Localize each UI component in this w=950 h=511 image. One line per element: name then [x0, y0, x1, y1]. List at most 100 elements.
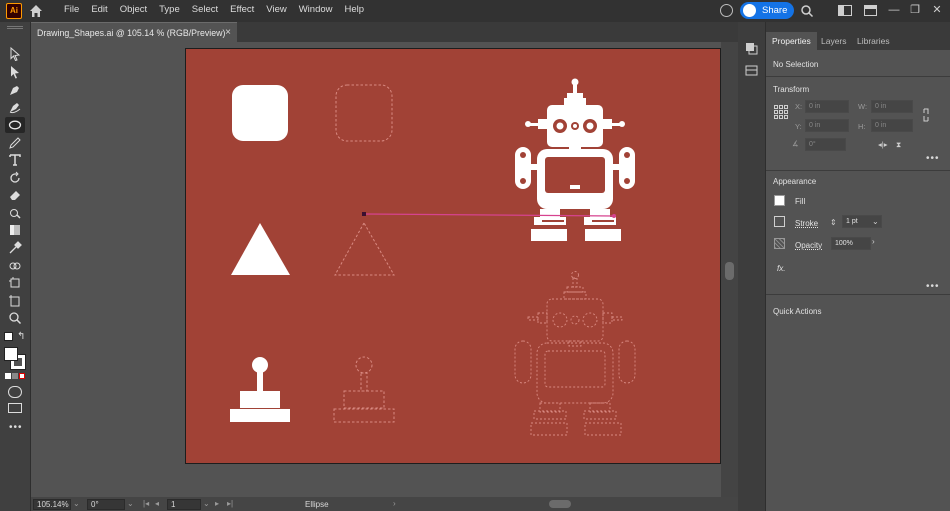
fill-label[interactable]: Fill	[795, 197, 805, 206]
reference-point-icon[interactable]	[774, 105, 788, 119]
flip-horizontal-icon[interactable]: ◂|▸	[878, 140, 887, 149]
workspace-icon[interactable]	[838, 4, 852, 17]
zoom-tool-icon[interactable]	[5, 310, 25, 326]
opacity-icon	[774, 238, 785, 249]
gradient-mode-icon[interactable]	[12, 373, 18, 379]
last-artboard-icon[interactable]: ▸|	[227, 499, 233, 508]
triangle-guide	[334, 221, 395, 276]
restore-button[interactable]: ❐	[905, 0, 925, 20]
arrange-documents-icon[interactable]	[864, 4, 877, 17]
flip-vertical-icon[interactable]: ⧗	[896, 140, 901, 150]
appearance-more-options-icon[interactable]: •••	[926, 281, 940, 292]
stroke-label[interactable]: Stroke	[795, 219, 818, 228]
opacity-field[interactable]: 100%	[831, 237, 871, 250]
menu-window[interactable]: Window	[293, 0, 339, 22]
rotation-dropdown-icon[interactable]: ⌄	[127, 499, 134, 508]
fx-effects-icon[interactable]: fx.	[777, 264, 785, 273]
fill-color-swatch[interactable]	[4, 347, 18, 361]
swap-colors-icon[interactable]: ↰	[17, 331, 25, 342]
layers-panel-icon[interactable]	[743, 62, 760, 79]
transform-more-options-icon[interactable]: •••	[926, 153, 940, 164]
artboard-number-field[interactable]: 1	[167, 499, 201, 510]
x-field[interactable]: 0 in	[805, 100, 849, 113]
pencil-tool-icon[interactable]	[5, 135, 25, 151]
gradient-tool-icon[interactable]	[5, 222, 25, 238]
menu-edit[interactable]: Edit	[85, 0, 113, 22]
search-icon[interactable]	[800, 4, 814, 18]
path-anchor-start	[362, 212, 366, 216]
h-field[interactable]: 0 in	[871, 119, 913, 132]
menu-object[interactable]: Object	[114, 0, 153, 22]
appearance-heading: Appearance	[773, 177, 817, 186]
color-mode-icon[interactable]	[5, 373, 11, 379]
angle-field[interactable]: 0°	[805, 138, 846, 151]
live-paint-tool-icon[interactable]	[5, 275, 25, 291]
close-window-button[interactable]: ✕	[927, 0, 947, 20]
previous-artboard-icon[interactable]: ◂	[155, 499, 159, 508]
status-menu-icon[interactable]: ›	[393, 499, 396, 508]
ai-logo: Ai	[6, 3, 22, 19]
tab-libraries[interactable]: Libraries	[857, 32, 890, 50]
document-tab-title: Drawing_Shapes.ai @ 105.14 % (RGB/Previe…	[37, 28, 226, 38]
main-menu: File Edit Object Type Select Effect View…	[58, 0, 370, 22]
opacity-label[interactable]: Opacity	[795, 241, 822, 250]
curvature-tool-icon[interactable]	[5, 99, 25, 115]
minimize-button[interactable]: —	[884, 0, 904, 20]
rotate-tool-icon[interactable]	[5, 170, 25, 186]
none-mode-icon[interactable]	[19, 373, 25, 379]
direct-selection-tool-icon[interactable]	[5, 64, 25, 80]
edit-toolbar-icon[interactable]: •••	[9, 422, 23, 433]
stroke-stepper-icon[interactable]: ⇕	[830, 218, 837, 227]
first-artboard-icon[interactable]: |◂	[143, 499, 149, 508]
shape-builder-tool-icon[interactable]	[5, 258, 25, 274]
menu-view[interactable]: View	[260, 0, 292, 22]
artboard-tool-icon[interactable]	[5, 293, 25, 309]
pen-tool-icon[interactable]	[5, 82, 25, 98]
menu-file[interactable]: File	[58, 0, 85, 22]
close-tab-icon[interactable]: ×	[225, 23, 231, 43]
vertical-scroll-thumb[interactable]	[725, 262, 734, 280]
opacity-dropdown-icon[interactable]: ›	[872, 237, 882, 250]
rotation-field[interactable]: 0°	[87, 499, 125, 510]
stroke-swatch[interactable]	[774, 216, 785, 227]
menu-effect[interactable]: Effect	[224, 0, 260, 22]
y-field[interactable]: 0 in	[805, 119, 849, 132]
screen-mode-icon[interactable]	[8, 403, 22, 413]
tab-properties[interactable]: Properties	[766, 32, 817, 50]
zoom-field[interactable]: 105.14%	[33, 499, 71, 510]
selection-tool-icon[interactable]	[5, 46, 25, 62]
share-button[interactable]: Share	[740, 2, 794, 19]
tab-layers[interactable]: Layers	[821, 32, 847, 50]
w-field[interactable]: 0 in	[871, 100, 913, 113]
robot-guide	[514, 271, 636, 436]
sync-icon[interactable]	[720, 4, 733, 17]
fill-swatch[interactable]	[774, 195, 785, 206]
ellipse-tool-icon[interactable]	[5, 117, 25, 133]
path-anchor-end	[612, 214, 616, 218]
next-artboard-icon[interactable]: ▸	[215, 499, 219, 508]
default-colors-icon[interactable]	[4, 332, 13, 341]
type-tool-icon[interactable]	[5, 152, 25, 168]
home-icon[interactable]	[28, 3, 44, 19]
eyedropper-tool-icon[interactable]	[5, 240, 25, 256]
document-tab[interactable]: Drawing_Shapes.ai @ 105.14 % (RGB/Previe…	[31, 22, 237, 42]
menu-help[interactable]: Help	[339, 0, 371, 22]
draw-mode-icon[interactable]	[8, 386, 22, 398]
menu-type[interactable]: Type	[153, 0, 186, 22]
zoom-dropdown-icon[interactable]: ⌄	[73, 499, 80, 508]
eraser-tool-icon[interactable]	[5, 187, 25, 203]
horizontal-scroll-thumb[interactable]	[549, 500, 571, 508]
x-label: X:	[795, 102, 803, 111]
rounded-square-guide	[335, 84, 393, 142]
canvas-area[interactable]	[31, 42, 721, 497]
toolbar-grip[interactable]	[7, 26, 23, 29]
vertical-scrollbar[interactable]	[721, 42, 738, 497]
color-panel-icon[interactable]	[743, 40, 760, 57]
selection-status: No Selection	[773, 60, 819, 69]
menu-select[interactable]: Select	[186, 0, 224, 22]
artboard-dropdown-icon[interactable]: ⌄	[203, 499, 210, 508]
stroke-dropdown-icon[interactable]: ⌄	[872, 217, 879, 226]
scale-tool-icon[interactable]	[5, 205, 25, 221]
artboard[interactable]	[185, 48, 721, 464]
constrain-proportions-icon[interactable]	[921, 108, 931, 122]
